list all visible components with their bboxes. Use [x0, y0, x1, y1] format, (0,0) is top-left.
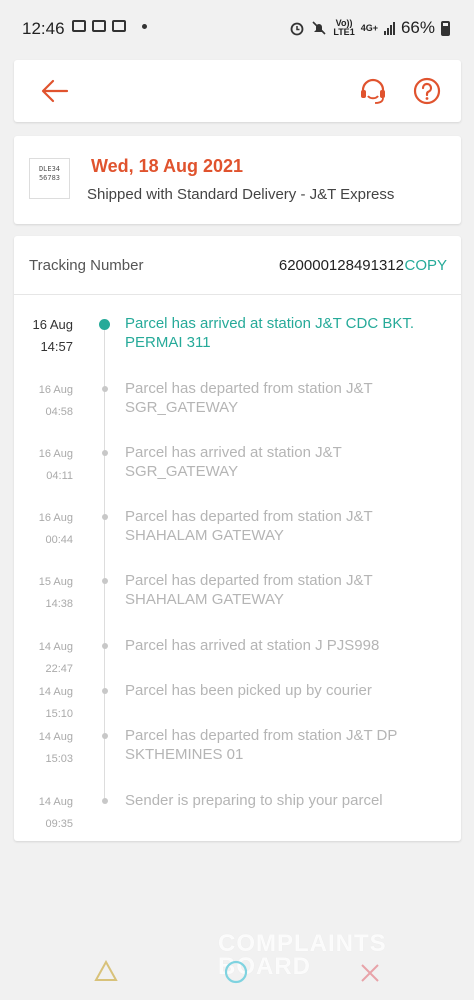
delivery-date: Wed, 18 Aug 2021: [91, 156, 244, 176]
event-text: Parcel has arrived at station J PJS998: [125, 637, 380, 654]
timeline-dot: [102, 798, 108, 804]
mute-icon: [312, 21, 326, 35]
parcel-thumbnail: DLE34 56783: [29, 158, 70, 199]
delivery-summary: DLE34 56783 Wed, 18 Aug 2021 Shipped wit…: [14, 136, 461, 224]
more-notifications-icon: [142, 23, 147, 29]
timeline-dot: [102, 643, 108, 649]
delivery-description: Shipped with Standard Delivery - J&T Exp…: [87, 186, 395, 203]
tracking-number-label: Tracking Number: [29, 257, 144, 274]
timeline-dot: [102, 386, 108, 392]
mail-icon: [92, 20, 106, 32]
event-text: Sender is preparing to ship your parcel: [125, 792, 383, 809]
event-text: Parcel has departed from station J&T SHA…: [125, 508, 373, 544]
circle-nav-icon[interactable]: [224, 960, 248, 984]
event-text: Parcel has departed from station J&T DP …: [125, 727, 398, 763]
tracking-details: Tracking Number 620000128491312 COPY 16 …: [14, 236, 461, 841]
event-text: Parcel has been picked up by courier: [125, 682, 372, 699]
alarm-icon: [290, 22, 304, 36]
status-bar: 12:46 Vo)) LTE1 4G+ 66%: [0, 0, 474, 58]
image-icon: [72, 20, 86, 32]
copy-button[interactable]: COPY: [404, 257, 447, 274]
close-nav-icon[interactable]: [358, 961, 382, 985]
question-circle-icon[interactable]: [412, 76, 442, 106]
event-date: 16 Aug 14:57: [32, 317, 74, 354]
battery-icon: [441, 20, 450, 36]
status-time: 12:46: [22, 19, 65, 38]
timeline-dot: [102, 514, 108, 520]
tracking-number-value: 620000128491312: [278, 257, 404, 274]
timeline-dot-active: [99, 319, 110, 330]
header-bar: [14, 60, 461, 122]
event-date: 16 Aug 00:44: [38, 512, 73, 546]
timeline-dot: [102, 578, 108, 584]
event-date: 14 Aug 09:35: [38, 796, 73, 830]
event-text: Parcel has departed from station J&T SGR…: [125, 380, 373, 416]
status-right: Vo)) LTE1 4G+ 66%: [289, 18, 450, 38]
arrow-left-icon[interactable]: [40, 77, 70, 105]
event-date: 16 Aug 04:58: [38, 384, 73, 418]
event-text: Parcel has arrived at station J&T CDC BK…: [125, 315, 414, 351]
event-text: Parcel has departed from station J&T SHA…: [125, 572, 373, 608]
event-date: 15 Aug 14:38: [38, 576, 73, 610]
signal-icon: [383, 21, 395, 35]
volte-indicator: Vo)) LTE1: [333, 18, 355, 37]
system-nav-bar: [0, 940, 474, 1000]
headset-icon[interactable]: [358, 76, 388, 106]
net-type: 4G+: [360, 22, 378, 33]
event-text: Parcel has arrived at station J&T SGR_GA…: [125, 444, 342, 480]
timeline-dot: [102, 688, 108, 694]
notification-icons: [72, 20, 147, 32]
event-date: 14 Aug 15:10: [38, 686, 73, 720]
mail-icon: [112, 20, 126, 32]
battery-percent: 66%: [400, 18, 435, 37]
timeline-line: [104, 323, 105, 803]
timeline-dot: [102, 450, 108, 456]
event-date: 16 Aug 04:11: [38, 448, 73, 482]
triangle-nav-icon[interactable]: [94, 960, 118, 982]
tracking-header: Tracking Number 620000128491312 COPY: [14, 236, 461, 295]
event-date: 14 Aug 15:03: [38, 731, 73, 765]
timeline-dot: [102, 733, 108, 739]
event-date: 14 Aug 22:47: [38, 641, 73, 675]
